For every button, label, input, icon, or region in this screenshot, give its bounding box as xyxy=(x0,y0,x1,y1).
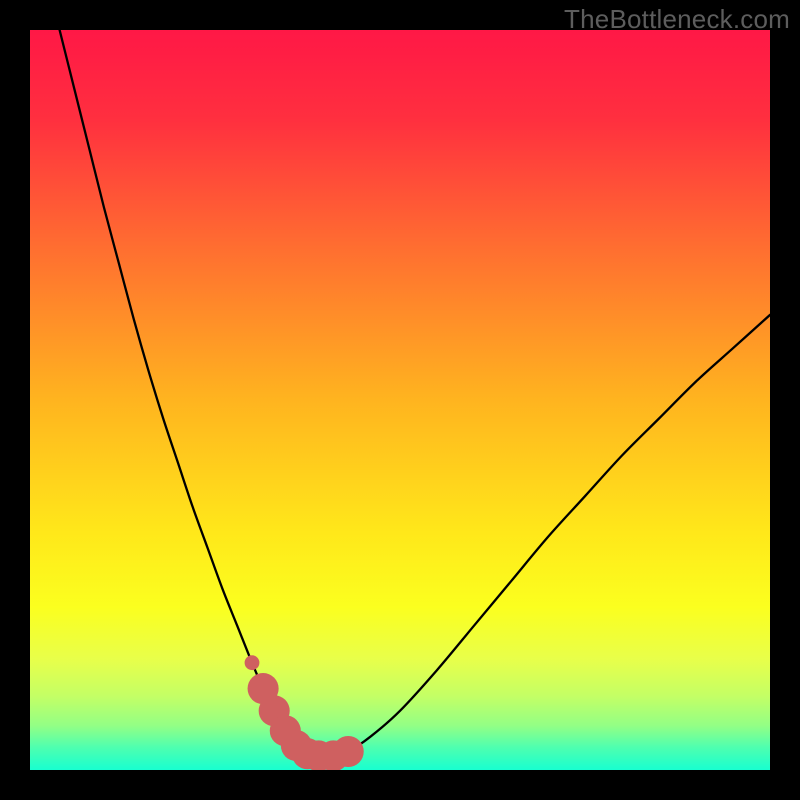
gradient-background xyxy=(30,30,770,770)
highlight-marker xyxy=(245,655,260,670)
chart-frame: TheBottleneck.com xyxy=(0,0,800,800)
plot-area xyxy=(30,30,770,770)
chart-svg xyxy=(30,30,770,770)
highlight-marker xyxy=(333,736,364,767)
